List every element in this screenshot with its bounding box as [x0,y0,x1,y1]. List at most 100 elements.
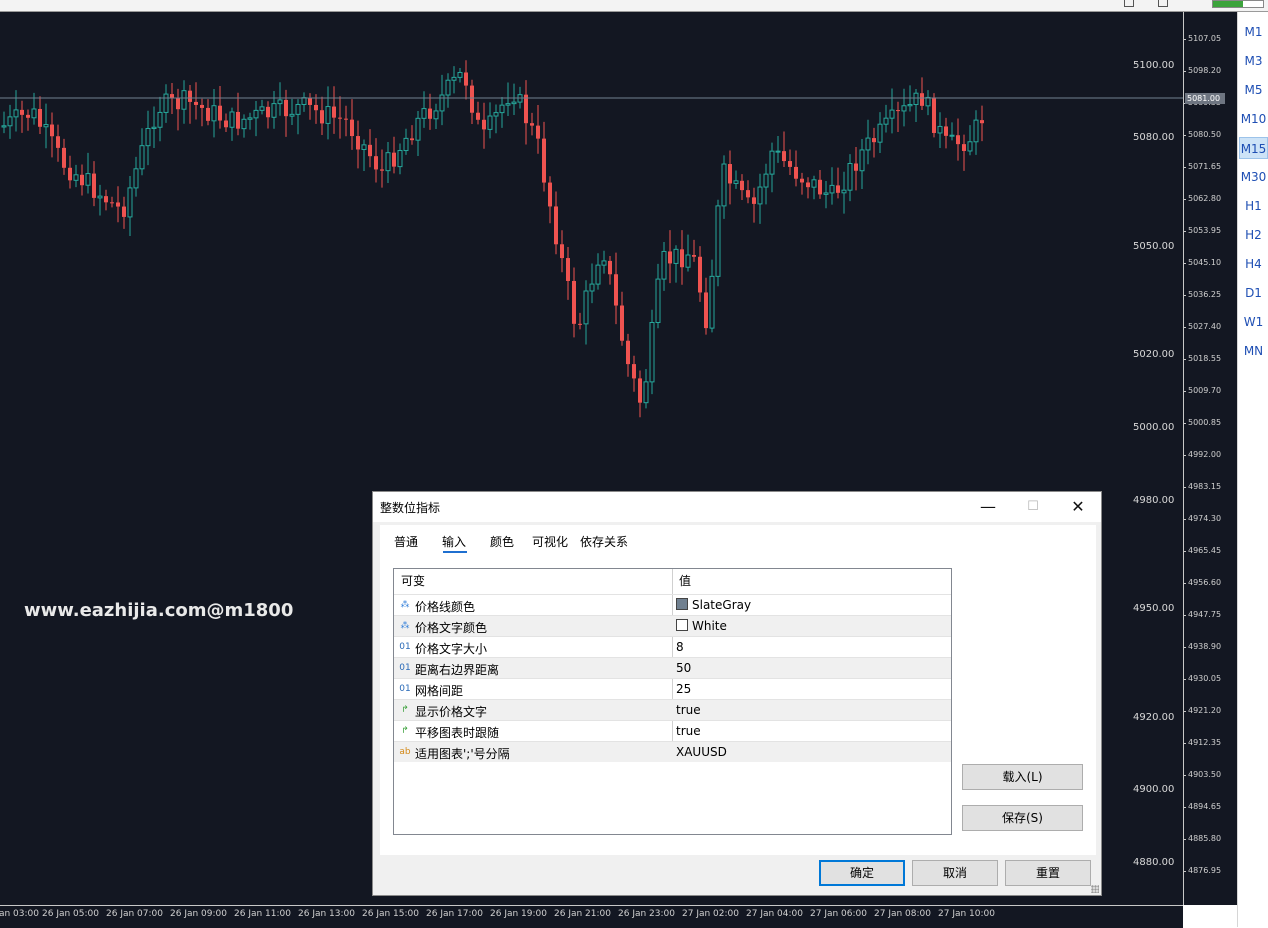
input-value[interactable]: 8 [676,640,684,654]
save-button[interactable]: 保存(S) [962,805,1083,831]
input-value[interactable]: 25 [676,682,691,696]
price-tick-label: 4992.00 [1184,450,1222,459]
minimize-button[interactable]: — [965,492,1011,522]
input-name: 适用图表';'号分隔 [415,747,510,761]
dialog-titlebar[interactable]: 整数位指标 — ☐ ✕ [373,492,1101,522]
timeframe-mn-button[interactable]: MN [1239,340,1268,362]
price-axis[interactable]: 5107.055098.205089.355080.505071.655062.… [1183,12,1237,905]
settings-icon[interactable] [1158,0,1168,7]
time-axis[interactable]: 26 Jan 03:0026 Jan 05:00 26 Jan 07:00 26 J… [0,905,1183,928]
time-tick-label: 26 Jan 19:00 [490,909,547,919]
time-tick-label: 26 Jan 09:00 [170,909,227,919]
grid-level-label: 5050.00 [1133,241,1175,252]
grid-level-label: 4950.00 [1133,603,1175,614]
timeframe-h2-button[interactable]: H2 [1239,224,1268,246]
price-tick-label: 4894.65 [1184,802,1222,811]
reset-button[interactable]: 重置 [1005,860,1091,886]
color-icon: ⁂ [400,600,410,610]
input-value[interactable]: true [676,703,701,717]
timeframe-m5-button[interactable]: M5 [1239,79,1268,101]
grid-level-label: 4920.00 [1133,712,1175,723]
timeframe-m1-button[interactable]: M1 [1239,21,1268,43]
tab-4[interactable]: 依存关系 [580,533,628,550]
time-tick-label: 26 Jan 03:00 [0,909,39,919]
grid-level-label: 5020.00 [1133,349,1175,360]
time-tick-label: 26 Jan 11:00 [234,909,291,919]
timeframe-m30-button[interactable]: M30 [1239,166,1268,188]
input-value[interactable]: XAUUSD [676,745,727,759]
ok-button[interactable]: 确定 [819,860,905,886]
time-tick-label: 27 Jan 02:00 [682,909,739,919]
time-tick-label: 26 Jan 17:00 [426,909,483,919]
input-row[interactable]: 01 距离右边界距离 50 [394,657,951,678]
input-name: 距离右边界距离 [415,663,500,677]
input-value[interactable]: SlateGray [692,598,751,612]
cancel-button[interactable]: 取消 [912,860,998,886]
price-tick-label: 4921.20 [1184,706,1222,715]
price-tick-label: 4983.15 [1184,482,1222,491]
price-tick-label: 5062.80 [1184,194,1222,203]
time-tick-label: 27 Jan 08:00 [874,909,931,919]
input-row[interactable]: 01 网格间距 25 [394,678,951,699]
load-button[interactable]: 载入(L) [962,764,1083,790]
input-value[interactable]: true [676,724,701,738]
input-row[interactable]: ↱ 平移图表时跟随 true [394,720,951,741]
time-tick-label: 26 Jan 07:00 [106,909,163,919]
resize-grip-icon[interactable] [1091,885,1099,893]
timeframe-d1-button[interactable]: D1 [1239,282,1268,304]
timeframe-h1-button[interactable]: H1 [1239,195,1268,217]
input-value[interactable]: 50 [676,661,691,675]
input-row[interactable]: 01 价格文字大小 8 [394,636,951,657]
input-row[interactable]: ↱ 显示价格文字 true [394,699,951,720]
time-tick-label: 26 Jan 21:00 [554,909,611,919]
integer-icon: 01 [399,684,411,694]
inputs-grid[interactable]: 可变 值 ⁂ 价格线颜色 SlateGray ⁂ 价格文字颜色 White 01 价格文字大小… [393,568,952,835]
timeframe-m3-button[interactable]: M3 [1239,50,1268,72]
tab-1[interactable]: 输入 [442,533,466,550]
time-tick-label: 27 Jan 10:00 [938,909,995,919]
timeframe-m10-button[interactable]: M10 [1239,108,1268,130]
timeframe-w1-button[interactable]: W1 [1239,311,1268,333]
input-name: 价格文字颜色 [415,621,488,635]
terminal-top-strip [0,0,1268,12]
grid-header-variable[interactable]: 可变 [401,569,425,594]
time-tick-label: 26 Jan 15:00 [362,909,419,919]
timeframe-h4-button[interactable]: H4 [1239,253,1268,275]
input-row[interactable]: ab 适用图表';'号分隔 XAUUSD [394,741,951,762]
price-tick-label: 4930.05 [1184,674,1222,683]
input-row[interactable]: ⁂ 价格线颜色 SlateGray [394,594,951,615]
grid-level-label: 5100.00 [1133,60,1175,71]
color-swatch[interactable] [676,598,688,610]
price-tick-label: 5098.20 [1184,66,1222,75]
price-tick-label: 5045.10 [1184,258,1222,267]
tab-3[interactable]: 可视化 [532,533,568,550]
price-tick-label: 5018.55 [1184,354,1222,363]
input-name: 显示价格文字 [415,705,488,719]
search-icon[interactable] [1124,0,1134,7]
integer-icon: 01 [399,663,411,673]
timeframe-m15-button[interactable]: M15 [1239,137,1268,159]
grid-header-value[interactable]: 值 [679,569,691,594]
watermark-text: www.eazhijia.com@m1800 [24,600,294,621]
input-name: 平移图表时跟随 [415,726,500,740]
grid-level-label: 4980.00 [1133,495,1175,506]
price-tick-label: 5000.85 [1184,418,1222,427]
time-tick-label: 26 Jan 23:00 [618,909,675,919]
price-tick-label: 4912.35 [1184,738,1222,747]
current-price-label: 5081.00 [1185,93,1225,104]
tab-2[interactable]: 颜色 [490,533,514,550]
close-button[interactable]: ✕ [1055,492,1101,522]
grid-level-label: 4880.00 [1133,857,1175,868]
price-tick-label: 4956.60 [1184,578,1222,587]
input-name: 网格间距 [415,684,464,698]
tab-0[interactable]: 普通 [394,533,418,550]
price-tick-label: 5036.25 [1184,290,1222,299]
color-swatch[interactable] [676,619,688,631]
price-tick-label: 4965.45 [1184,546,1222,555]
price-tick-label: 4947.75 [1184,610,1222,619]
input-row[interactable]: ⁂ 价格文字颜色 White [394,615,951,636]
input-value[interactable]: White [692,619,727,633]
input-name: 价格文字大小 [415,642,488,656]
maximize-button[interactable]: ☐ [1010,492,1056,522]
price-tick-label: 5053.95 [1184,226,1222,235]
